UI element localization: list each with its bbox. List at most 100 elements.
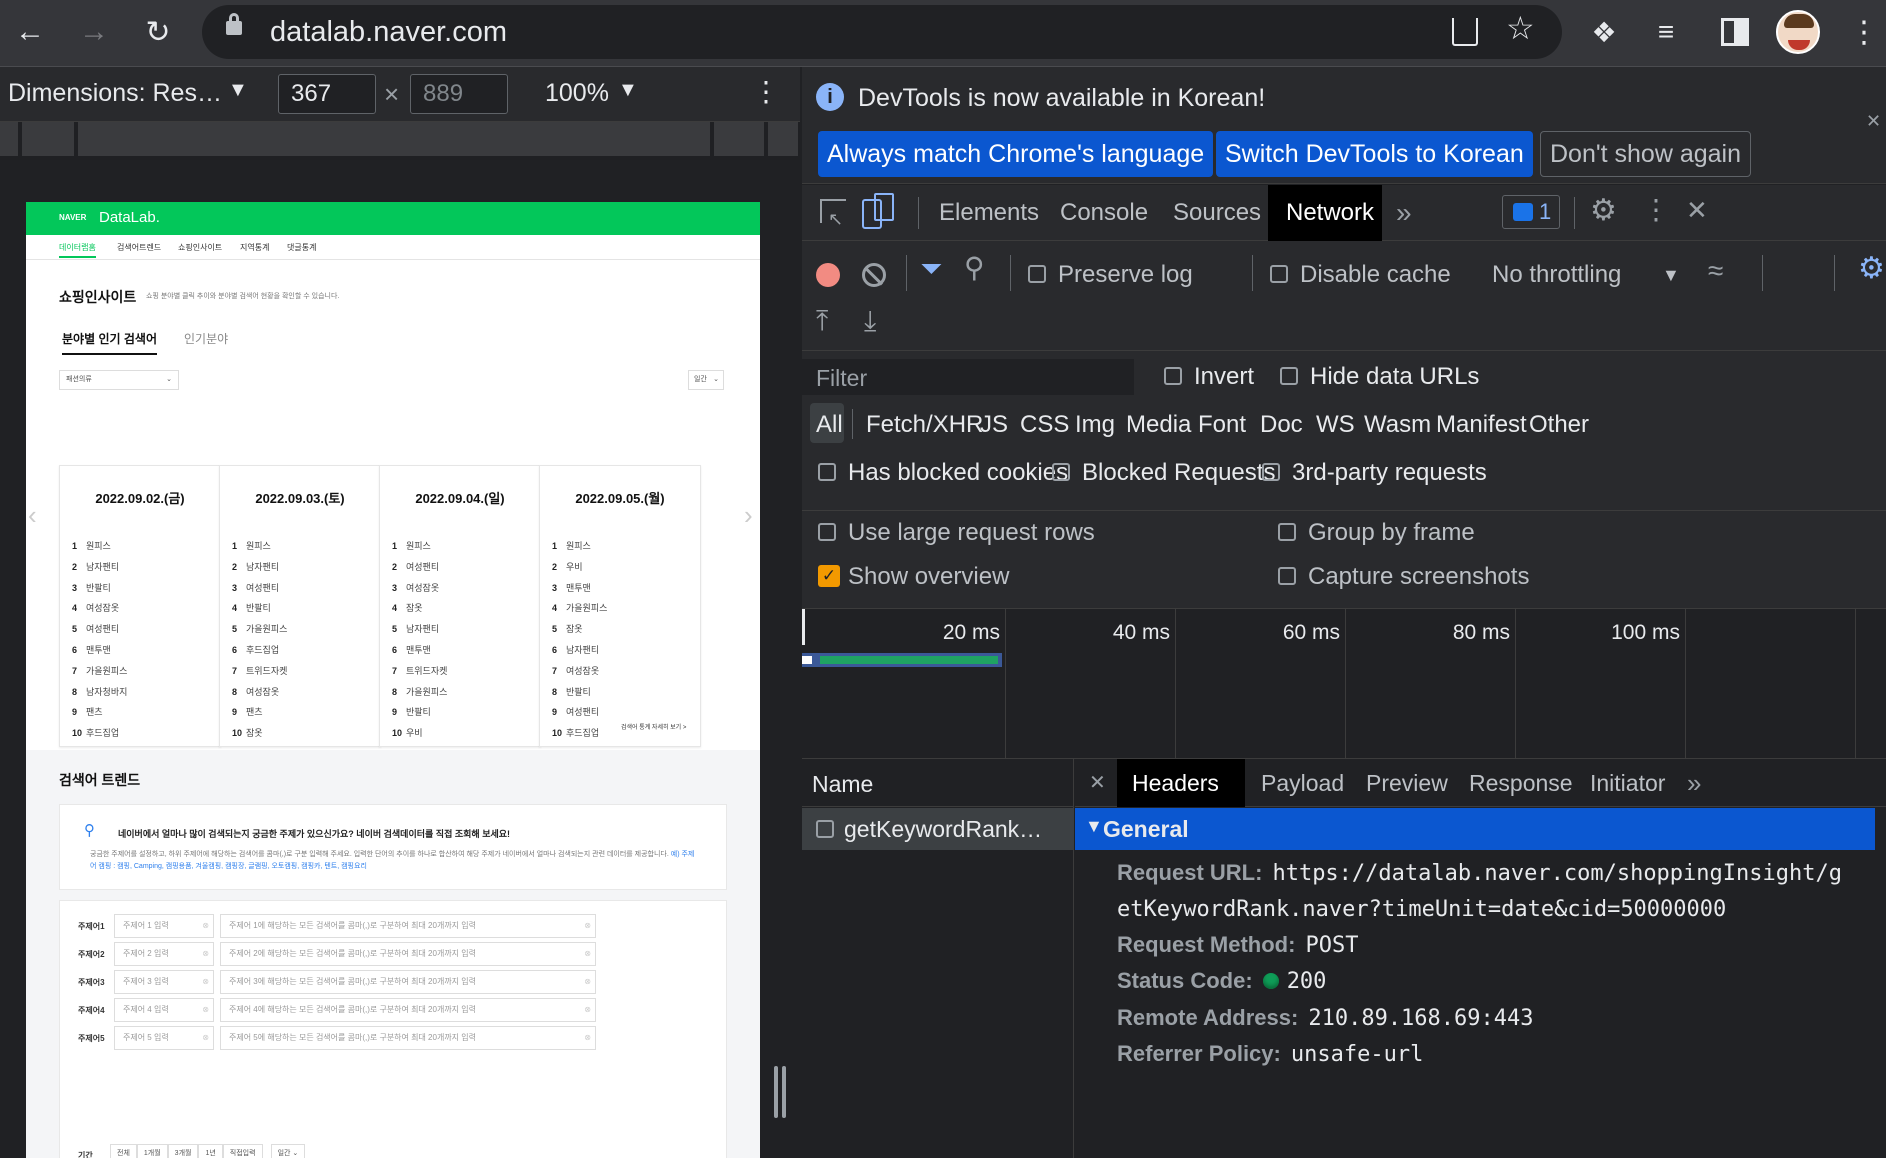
ruler-segment[interactable] bbox=[0, 122, 18, 156]
type-filter-font[interactable]: Font bbox=[1198, 411, 1246, 439]
reload-icon[interactable]: ↻ bbox=[136, 10, 180, 54]
more-vert-icon[interactable]: ⋮ bbox=[752, 75, 780, 108]
rank-item[interactable]: 7 여성잠옷 bbox=[552, 661, 607, 682]
large-rows-checkbox[interactable] bbox=[818, 523, 836, 541]
import-har-icon[interactable]: ⤒ bbox=[816, 305, 828, 338]
rank-item[interactable]: 9 팬츠 bbox=[232, 702, 287, 723]
dimensions-dropdown[interactable]: Dimensions: Res… bbox=[8, 79, 222, 108]
rank-item[interactable]: 1 원피스 bbox=[552, 536, 607, 557]
clear-icon[interactable]: ⊗ bbox=[584, 1027, 591, 1049]
resize-handle[interactable] bbox=[782, 1066, 786, 1118]
filter-input[interactable]: Filter bbox=[802, 359, 1134, 395]
export-har-icon[interactable]: ⤓ bbox=[864, 305, 876, 338]
nav-item-home[interactable]: 데이터랩홈 bbox=[59, 242, 96, 258]
clear-icon[interactable]: ⊗ bbox=[202, 915, 209, 937]
more-vert-icon[interactable]: ⋮ bbox=[1842, 10, 1886, 54]
blocked-requests-checkbox[interactable] bbox=[1052, 463, 1070, 481]
close-detail-icon[interactable]: ✕ bbox=[1089, 759, 1106, 807]
chevron-down-icon[interactable]: ▼ bbox=[618, 79, 638, 102]
nav-item-region[interactable]: 지역통계 bbox=[240, 242, 269, 253]
datalab-logo[interactable]: DataLab. bbox=[99, 209, 160, 226]
capture-screenshots-checkbox[interactable] bbox=[1278, 567, 1296, 585]
general-section-header[interactable]: ▼ General bbox=[1075, 808, 1875, 850]
hide-data-urls-checkbox[interactable] bbox=[1280, 367, 1298, 385]
rank-item[interactable]: 8 반팔티 bbox=[552, 682, 607, 703]
network-overview[interactable]: 20 ms 40 ms 60 ms 80 ms 100 ms bbox=[802, 609, 1886, 759]
rank-item[interactable]: 5 여성팬티 bbox=[72, 619, 127, 640]
type-filter-js[interactable]: JS bbox=[980, 411, 1008, 439]
height-input[interactable] bbox=[410, 74, 508, 114]
network-settings-gear-icon[interactable]: ⚙ bbox=[1858, 251, 1885, 286]
invert-checkbox[interactable] bbox=[1164, 367, 1182, 385]
nav-item-comment[interactable]: 댓글통계 bbox=[287, 242, 316, 253]
clear-icon[interactable]: ⊗ bbox=[202, 943, 209, 965]
search-icon[interactable]: ⚲ bbox=[964, 251, 985, 284]
clear-icon[interactable]: ⊗ bbox=[584, 999, 591, 1021]
detail-tab-headers[interactable]: Headers bbox=[1117, 759, 1245, 807]
detail-tab-response[interactable]: Response bbox=[1469, 759, 1573, 807]
rank-item[interactable]: 8 여성잠옷 bbox=[232, 682, 287, 703]
type-filter-all[interactable]: All bbox=[816, 411, 843, 439]
throttling-select[interactable]: No throttling bbox=[1492, 261, 1621, 289]
rank-item[interactable]: 6 맨투맨 bbox=[392, 640, 447, 661]
rank-item[interactable]: 9 팬츠 bbox=[72, 702, 127, 723]
rank-item[interactable]: 9 반팔티 bbox=[392, 702, 447, 723]
rank-item[interactable]: 7 가을원피스 bbox=[72, 661, 127, 682]
preserve-log-checkbox[interactable] bbox=[1028, 265, 1046, 283]
ruler-segment[interactable] bbox=[22, 122, 74, 156]
overview-selection-handle[interactable] bbox=[802, 609, 805, 645]
rank-item[interactable]: 7 트위드자켓 bbox=[392, 661, 447, 682]
chevron-down-icon[interactable]: ▼ bbox=[228, 79, 248, 102]
switch-korean-button[interactable]: Switch DevTools to Korean bbox=[1216, 131, 1533, 177]
clear-icon[interactable]: ⊗ bbox=[202, 971, 209, 993]
type-filter-wasm[interactable]: Wasm bbox=[1364, 411, 1431, 439]
carousel-prev-icon[interactable]: ‹ bbox=[28, 500, 37, 531]
address-bar[interactable]: datalab.naver.com ☆ bbox=[202, 5, 1562, 59]
name-header[interactable]: Name bbox=[802, 759, 1074, 807]
close-icon[interactable]: ✕ bbox=[1866, 111, 1881, 132]
rank-item[interactable]: 1 원피스 bbox=[392, 536, 447, 557]
rank-item[interactable]: 1 원피스 bbox=[72, 536, 127, 557]
clear-icon[interactable]: ⊗ bbox=[584, 915, 591, 937]
nav-item-shopping[interactable]: 쇼핑인사이트 bbox=[178, 242, 222, 253]
type-filter-media[interactable]: Media bbox=[1126, 411, 1191, 439]
header-value[interactable]: https://datalab.naver.com/shoppingInsigh… bbox=[1272, 861, 1842, 886]
category-select[interactable]: 패션의류 ⌄ bbox=[59, 370, 179, 390]
rank-item[interactable]: 8 남자청바지 bbox=[72, 682, 127, 703]
extensions-puzzle-icon[interactable]: ❖ bbox=[1582, 10, 1626, 54]
tab-network[interactable]: Network bbox=[1268, 185, 1382, 241]
rank-item[interactable]: 3 맨투맨 bbox=[552, 578, 607, 599]
tab-elements[interactable]: Elements bbox=[939, 185, 1039, 241]
rank-item[interactable]: 4 여성잠옷 bbox=[72, 598, 127, 619]
type-filter-img[interactable]: Img bbox=[1075, 411, 1115, 439]
group-by-frame-checkbox[interactable] bbox=[1278, 523, 1296, 541]
share-icon[interactable] bbox=[1452, 18, 1478, 46]
period-option[interactable]: 1년 bbox=[198, 1144, 223, 1158]
rank-item[interactable]: 5 가을원피스 bbox=[232, 619, 287, 640]
rank-item[interactable]: 4 반팔티 bbox=[232, 598, 287, 619]
topic-keywords-input[interactable]: 주제어 5에 해당하는 모든 검색어를 콤마(,)로 구분하여 최대 20개까지… bbox=[220, 1026, 596, 1050]
third-party-checkbox[interactable] bbox=[1262, 463, 1280, 481]
media-playlist-icon[interactable]: ≡ bbox=[1644, 10, 1688, 54]
rank-item[interactable]: 3 반팔티 bbox=[72, 578, 127, 599]
detail-tab-payload[interactable]: Payload bbox=[1261, 759, 1344, 807]
width-input[interactable] bbox=[278, 74, 376, 114]
more-tabs-icon[interactable]: » bbox=[1687, 759, 1701, 807]
clear-icon[interactable]: ⊗ bbox=[584, 971, 591, 993]
period-option[interactable]: 직접입력 bbox=[222, 1144, 263, 1158]
close-devtools-icon[interactable]: ✕ bbox=[1686, 195, 1708, 226]
clear-icon[interactable]: ⊗ bbox=[202, 999, 209, 1021]
rank-item[interactable]: 7 트위드자켓 bbox=[232, 661, 287, 682]
network-conditions-icon[interactable]: ≈ bbox=[1708, 255, 1723, 287]
rank-item[interactable]: 10 후드집업 bbox=[552, 723, 607, 744]
type-filter-manifest[interactable]: Manifest bbox=[1436, 411, 1527, 439]
type-filter-doc[interactable]: Doc bbox=[1260, 411, 1303, 439]
resize-handle[interactable] bbox=[774, 1066, 778, 1118]
rank-item[interactable]: 1 원피스 bbox=[232, 536, 287, 557]
rank-item[interactable]: 2 여성팬티 bbox=[392, 557, 447, 578]
detail-tab-preview[interactable]: Preview bbox=[1366, 759, 1448, 807]
nav-item-trend[interactable]: 검색어트렌드 bbox=[117, 242, 161, 253]
rank-item[interactable]: 2 우비 bbox=[552, 557, 607, 578]
type-filter-other[interactable]: Other bbox=[1529, 411, 1589, 439]
rank-item[interactable]: 3 여성잠옷 bbox=[392, 578, 447, 599]
